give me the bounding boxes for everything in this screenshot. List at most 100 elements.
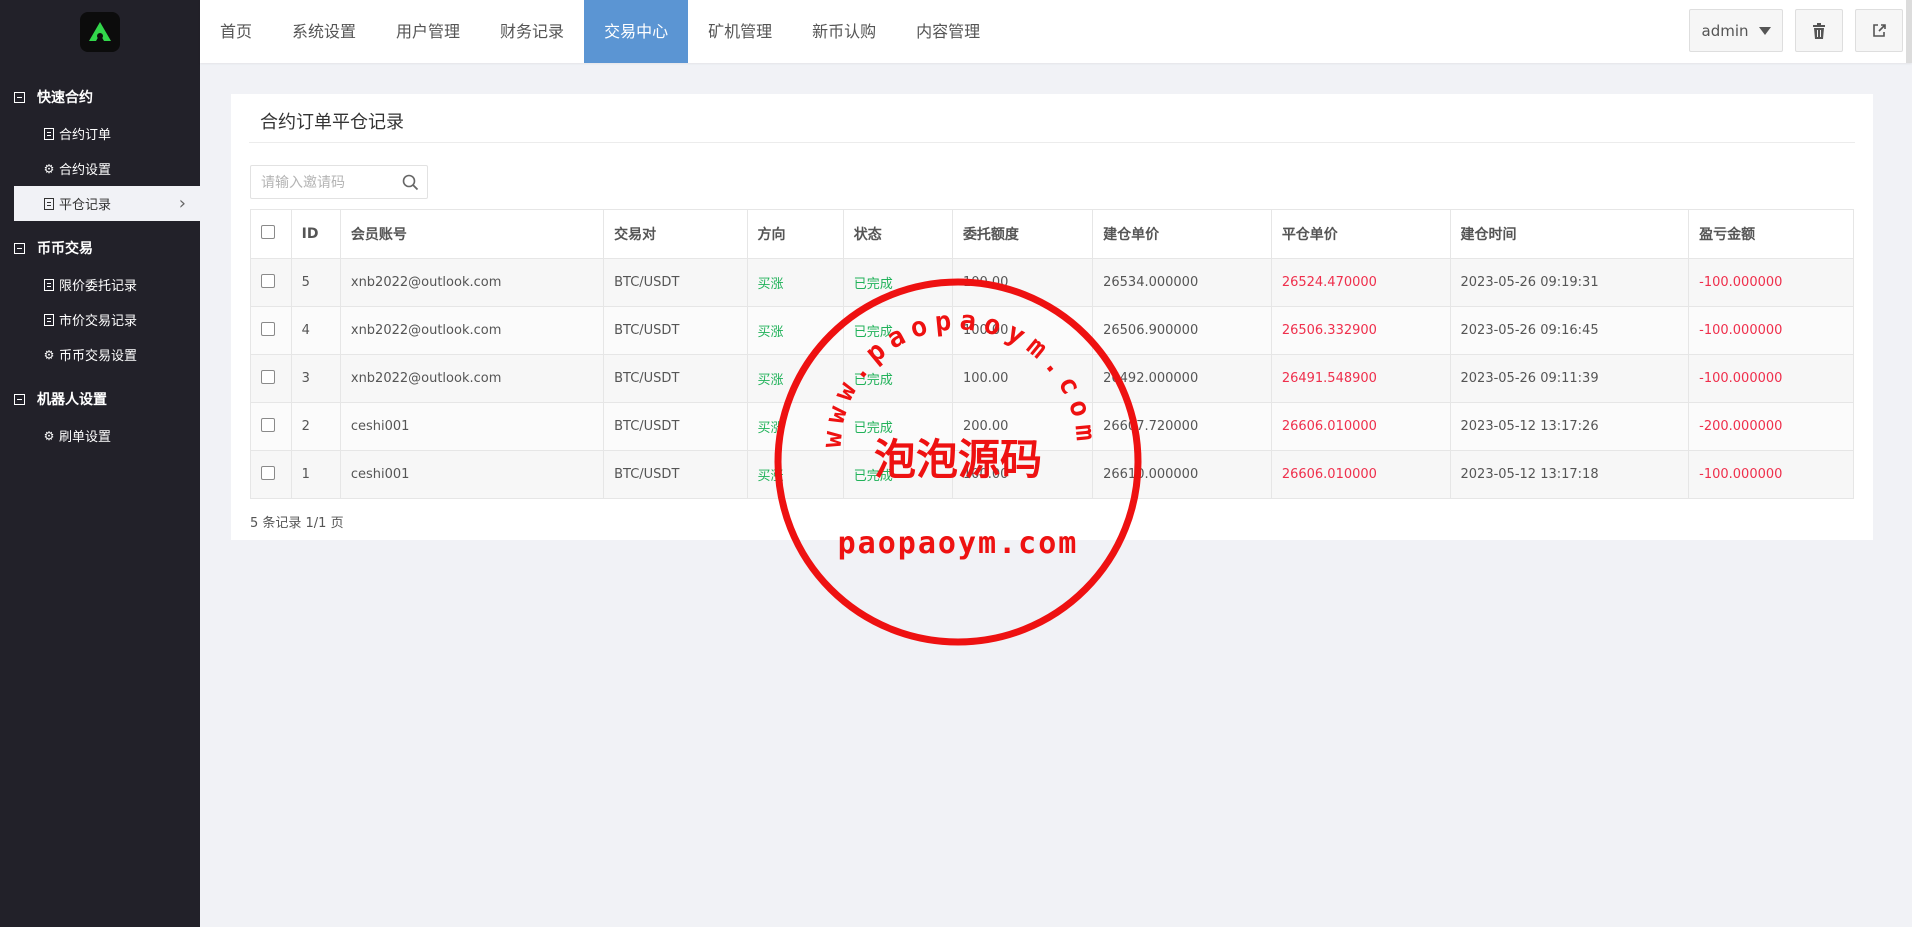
app-logo[interactable] xyxy=(80,12,120,52)
table-row: 2 ceshi001 BTC/USDT 买涨 已完成 200.00 26607.720000… xyxy=(250,402,1854,451)
table-cell: 已完成 xyxy=(842,402,953,451)
nav-tab[interactable]: 系统设置 xyxy=(272,0,376,63)
table-cell: 买涨 xyxy=(746,450,844,499)
select-all-checkbox[interactable] xyxy=(261,225,275,239)
gear-icon: ⚙ xyxy=(43,161,55,176)
table-cell: -100.000000 xyxy=(1688,258,1854,307)
row-checkbox[interactable] xyxy=(261,321,275,336)
column-header: 方向 xyxy=(746,209,844,259)
sidebar-group-label: 快速合约 xyxy=(37,90,93,106)
table-cell: 100.00 xyxy=(951,354,1094,403)
table-cell: BTC/USDT xyxy=(603,354,748,403)
trash-icon xyxy=(1813,22,1825,39)
row-select-cell xyxy=(250,258,292,307)
table-cell: -200.000000 xyxy=(1688,402,1854,451)
pagination-info: 5 条记录 1/1 页 xyxy=(250,516,344,531)
sidebar-item[interactable]: 合约订单 xyxy=(0,116,200,151)
top-actions: admin xyxy=(1689,9,1903,52)
table-row: 1 ceshi001 BTC/USDT 买涨 已完成 100.00 26610.000000… xyxy=(250,450,1854,499)
column-header: ID xyxy=(290,209,341,259)
clear-cache-button[interactable] xyxy=(1795,9,1843,52)
table-cell: 3 xyxy=(290,354,341,403)
table-row: 3 xnb2022@outlook.com BTC/USDT 买涨 已完成 100.00 2… xyxy=(250,354,1854,403)
table-cell: 已完成 xyxy=(842,306,953,355)
nav-tab[interactable]: 首页 xyxy=(200,0,272,63)
logout-icon xyxy=(1872,24,1886,37)
nav-tab[interactable]: 用户管理 xyxy=(376,0,480,63)
gear-icon: ⚙ xyxy=(43,347,55,362)
table-cell: 2023-05-12 13:17:18 xyxy=(1449,450,1690,499)
row-checkbox[interactable] xyxy=(261,417,275,432)
table-cell: BTC/USDT xyxy=(603,450,748,499)
select-all-header xyxy=(250,209,292,259)
doc-icon xyxy=(42,313,56,326)
table-row: 4 xnb2022@outlook.com BTC/USDT 买涨 已完成 100.00 2… xyxy=(250,306,1854,355)
table-cell: 26524.470000 xyxy=(1270,258,1451,307)
sidebar-item[interactable]: ⚙ 合约设置 xyxy=(0,151,200,186)
row-checkbox[interactable] xyxy=(261,273,275,288)
table-header-row: ID 会员账号 交易对 方向 状态 委托额度 建仓单价 平仓单价 建仓时间 盈亏金额 xyxy=(250,209,1854,259)
admin-menu-button[interactable]: admin xyxy=(1689,9,1783,52)
table-cell: 已完成 xyxy=(842,450,953,499)
row-checkbox[interactable] xyxy=(261,465,275,480)
row-select-cell xyxy=(250,402,292,451)
row-select-cell xyxy=(250,306,292,355)
table-cell: xnb2022@outlook.com xyxy=(339,354,605,403)
top-navbar: 首页 系统设置 用户管理 财务记录 交易中心 矿机管理 新币认购 内容管理 admin xyxy=(200,0,1912,63)
table-cell: BTC/USDT xyxy=(603,258,748,307)
table-row: 5 xnb2022@outlook.com BTC/USDT 买涨 已完成 100.00 2… xyxy=(250,258,1854,307)
table-cell: -100.000000 xyxy=(1688,306,1854,355)
sidebar-item[interactable]: ⚙ 刷单设置 xyxy=(0,418,200,453)
nav-tab[interactable]: 内容管理 xyxy=(896,0,1000,63)
scrollbar[interactable] xyxy=(1906,0,1912,63)
table-cell: xnb2022@outlook.com xyxy=(339,306,605,355)
sidebar-group-title[interactable]: 快速合约 xyxy=(0,82,200,112)
table-cell: 26606.010000 xyxy=(1270,402,1451,451)
sidebar-group-title[interactable]: 机器人设置 xyxy=(0,384,200,414)
sidebar-item-label: 合约订单 xyxy=(59,128,112,143)
sidebar-item-label: 刷单设置 xyxy=(59,430,112,445)
content-card: 合约订单平仓记录 ID会员账号交易对方向状态委托额度建仓单价平仓单价建仓时间盈亏… xyxy=(231,94,1873,540)
collapse-icon xyxy=(14,242,25,254)
table-cell: 26610.000000 xyxy=(1092,450,1272,499)
sidebar: 快速合约合约订单 ⚙ 合约设置 平仓记录 › 币币交易限价委托记录市价交易记录 ⚙ 币币交易设… xyxy=(0,0,200,927)
table-cell: 已完成 xyxy=(842,354,953,403)
sidebar-item-label: 市价交易记录 xyxy=(59,314,138,329)
table-cell: 买涨 xyxy=(746,402,844,451)
nav-tab[interactable]: 交易中心 xyxy=(584,0,689,63)
page-title: 合约订单平仓记录 xyxy=(260,112,404,133)
table-cell: 4 xyxy=(290,306,341,355)
row-checkbox[interactable] xyxy=(261,369,275,384)
table-cell: 2023-05-12 13:17:26 xyxy=(1449,402,1690,451)
table-cell: 2 xyxy=(290,402,341,451)
sidebar-item[interactable]: ⚙ 币币交易设置 xyxy=(0,337,200,372)
nav-tab[interactable]: 矿机管理 xyxy=(688,0,792,63)
column-header: 平仓单价 xyxy=(1270,209,1451,259)
search-box xyxy=(250,165,428,200)
table-cell: 1 xyxy=(290,450,341,499)
collapse-icon xyxy=(14,393,25,405)
sidebar-menu: 快速合约合约订单 ⚙ 合约设置 平仓记录 › 币币交易限价委托记录市价交易记录 ⚙ 币币交易设… xyxy=(0,82,200,453)
column-header: 建仓时间 xyxy=(1449,209,1690,259)
doc-icon xyxy=(42,197,56,210)
sidebar-item[interactable]: 市价交易记录 xyxy=(0,302,200,337)
row-select-cell xyxy=(250,354,292,403)
sidebar-item[interactable]: 限价委托记录 xyxy=(0,267,200,302)
column-header: 会员账号 xyxy=(339,209,605,259)
gear-icon: ⚙ xyxy=(43,428,55,443)
table-cell: ceshi001 xyxy=(339,402,605,451)
logout-button[interactable] xyxy=(1855,9,1903,52)
nav-tab[interactable]: 新币认购 xyxy=(792,0,896,63)
table-cell: 26606.010000 xyxy=(1270,450,1451,499)
divider xyxy=(249,142,1855,143)
sidebar-item[interactable]: 平仓记录 › xyxy=(14,186,200,221)
sidebar-group-label: 币币交易 xyxy=(37,241,93,257)
nav-tab[interactable]: 财务记录 xyxy=(480,0,584,63)
table-cell: 100.00 xyxy=(951,306,1094,355)
column-header: 盈亏金额 xyxy=(1688,209,1854,259)
invite-code-search-input[interactable] xyxy=(251,166,403,200)
table-cell: 100.00 xyxy=(951,258,1094,307)
table-cell: 买涨 xyxy=(746,258,844,307)
search-icon[interactable] xyxy=(402,174,419,191)
sidebar-group-title[interactable]: 币币交易 xyxy=(0,233,200,263)
